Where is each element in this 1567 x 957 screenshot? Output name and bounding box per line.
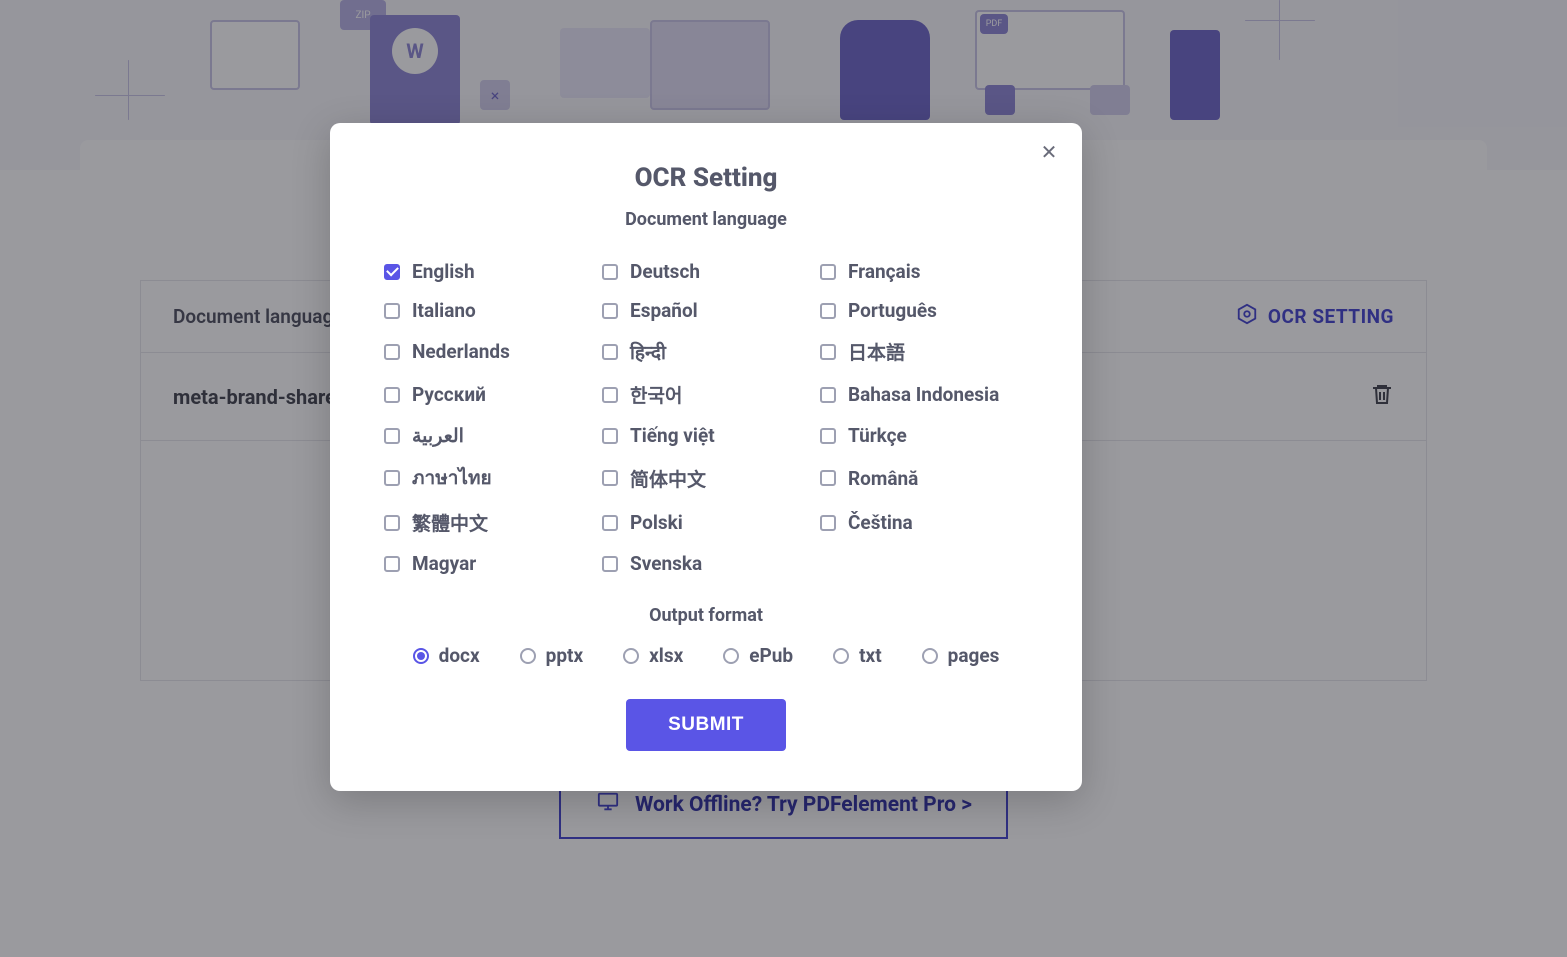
language-label: 简体中文 bbox=[630, 465, 706, 492]
language-checkbox[interactable]: Русский bbox=[384, 381, 592, 408]
ocr-setting-modal: ✕ OCR Setting Document language English D… bbox=[330, 123, 1082, 791]
language-checkbox[interactable]: Bahasa Indonesia bbox=[820, 381, 1028, 408]
format-radio[interactable]: docx bbox=[413, 644, 480, 667]
language-label: Español bbox=[630, 299, 698, 322]
checkbox-icon bbox=[602, 470, 618, 486]
radio-icon bbox=[833, 648, 849, 664]
checkbox-icon bbox=[602, 515, 618, 531]
language-grid: English Deutsch Français Italiano Español Por… bbox=[364, 254, 1048, 579]
language-checkbox[interactable]: Tiếng việt bbox=[602, 424, 810, 447]
language-label: Svenska bbox=[630, 552, 702, 575]
language-checkbox[interactable]: Français bbox=[820, 260, 1028, 283]
radio-icon bbox=[413, 648, 429, 664]
checkbox-icon bbox=[602, 264, 618, 280]
radio-icon bbox=[623, 648, 639, 664]
close-button[interactable]: ✕ bbox=[1036, 139, 1062, 165]
language-label: Deutsch bbox=[630, 260, 700, 283]
language-label: Română bbox=[848, 467, 918, 490]
checkbox-icon bbox=[602, 344, 618, 360]
checkbox-icon bbox=[384, 470, 400, 486]
language-checkbox[interactable]: Deutsch bbox=[602, 260, 810, 283]
submit-button[interactable]: SUBMIT bbox=[626, 699, 786, 751]
language-label: Русский bbox=[412, 383, 486, 406]
format-radio[interactable]: pages bbox=[922, 644, 1000, 667]
output-format-title: Output format bbox=[364, 605, 1048, 626]
checkbox-icon bbox=[602, 303, 618, 319]
language-label: Tiếng việt bbox=[630, 424, 715, 447]
format-label: txt bbox=[859, 644, 882, 667]
language-checkbox[interactable]: Español bbox=[602, 299, 810, 322]
language-checkbox[interactable]: Italiano bbox=[384, 299, 592, 322]
checkbox-icon bbox=[384, 556, 400, 572]
language-label: हिन्दी bbox=[630, 339, 666, 365]
format-radio[interactable]: txt bbox=[833, 644, 882, 667]
format-radio[interactable]: pptx bbox=[520, 644, 583, 667]
language-checkbox[interactable]: Polski bbox=[602, 509, 810, 536]
checkbox-icon bbox=[820, 470, 836, 486]
language-checkbox[interactable]: Magyar bbox=[384, 552, 592, 575]
language-checkbox[interactable]: Română bbox=[820, 463, 1028, 493]
checkbox-icon bbox=[384, 303, 400, 319]
format-label: docx bbox=[439, 644, 480, 667]
checkbox-icon bbox=[602, 556, 618, 572]
checkbox-icon bbox=[820, 428, 836, 444]
language-checkbox[interactable]: English bbox=[384, 260, 592, 283]
language-checkbox[interactable]: Svenska bbox=[602, 552, 810, 575]
checkbox-icon bbox=[820, 344, 836, 360]
language-label: Polski bbox=[630, 511, 683, 534]
checkbox-icon bbox=[820, 387, 836, 403]
radio-icon bbox=[922, 648, 938, 664]
language-label: 한국어 bbox=[630, 381, 682, 408]
checkbox-icon bbox=[384, 264, 400, 280]
language-label: Français bbox=[848, 260, 921, 283]
language-label: ภาษาไทย bbox=[412, 463, 492, 493]
language-label: 日本語 bbox=[848, 338, 905, 365]
format-label: pptx bbox=[546, 644, 583, 667]
checkbox-icon bbox=[384, 428, 400, 444]
checkbox-icon bbox=[384, 515, 400, 531]
format-label: xlsx bbox=[649, 644, 683, 667]
checkbox-icon bbox=[820, 264, 836, 280]
language-label: Magyar bbox=[412, 552, 476, 575]
checkbox-icon bbox=[384, 344, 400, 360]
format-radio[interactable]: ePub bbox=[723, 644, 793, 667]
format-label: ePub bbox=[749, 644, 793, 667]
radio-icon bbox=[520, 648, 536, 664]
format-radio[interactable]: xlsx bbox=[623, 644, 683, 667]
radio-icon bbox=[723, 648, 739, 664]
modal-subtitle: Document language bbox=[364, 209, 1048, 230]
language-label: Português bbox=[848, 299, 937, 322]
language-checkbox[interactable]: Português bbox=[820, 299, 1028, 322]
output-format-row: docx pptx xlsx ePub txt pages bbox=[364, 644, 1048, 667]
language-checkbox[interactable]: 한국어 bbox=[602, 381, 810, 408]
language-checkbox[interactable]: हिन्दी bbox=[602, 338, 810, 365]
checkbox-icon bbox=[820, 515, 836, 531]
language-checkbox[interactable]: العربية bbox=[384, 424, 592, 447]
language-checkbox[interactable]: 日本語 bbox=[820, 338, 1028, 365]
checkbox-icon bbox=[602, 428, 618, 444]
language-label: Nederlands bbox=[412, 340, 510, 363]
language-label: Bahasa Indonesia bbox=[848, 383, 999, 406]
language-label: Čeština bbox=[848, 511, 913, 534]
format-label: pages bbox=[948, 644, 1000, 667]
close-icon: ✕ bbox=[1041, 140, 1058, 164]
language-checkbox[interactable]: Nederlands bbox=[384, 338, 592, 365]
language-checkbox[interactable]: ภาษาไทย bbox=[384, 463, 592, 493]
language-label: English bbox=[412, 260, 475, 283]
language-label: العربية bbox=[412, 424, 464, 447]
language-label: 繁體中文 bbox=[412, 509, 488, 536]
checkbox-icon bbox=[384, 387, 400, 403]
language-checkbox[interactable]: Türkçe bbox=[820, 424, 1028, 447]
checkbox-icon bbox=[602, 387, 618, 403]
language-label: Türkçe bbox=[848, 424, 907, 447]
language-checkbox[interactable]: 简体中文 bbox=[602, 463, 810, 493]
language-checkbox[interactable]: 繁體中文 bbox=[384, 509, 592, 536]
checkbox-icon bbox=[820, 303, 836, 319]
modal-title: OCR Setting bbox=[364, 163, 1048, 193]
language-label: Italiano bbox=[412, 299, 476, 322]
language-checkbox[interactable]: Čeština bbox=[820, 509, 1028, 536]
